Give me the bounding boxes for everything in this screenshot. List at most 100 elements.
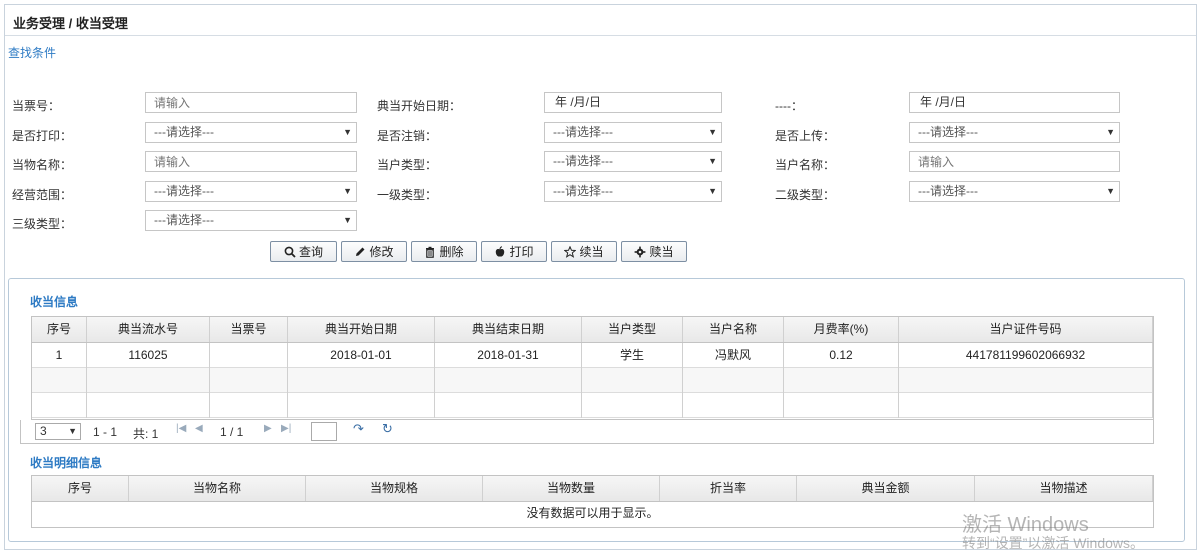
pawn-info-grid: 序号 典当流水号 当票号 典当开始日期 典当结束日期 当户类型 当户名称 月费率(%) 当户证件…	[31, 316, 1154, 420]
print-button-label: 打印	[509, 245, 534, 259]
ticket-no-input[interactable]	[145, 92, 357, 113]
pencil-icon	[356, 247, 365, 256]
next-page-icon[interactable]: ▶	[264, 423, 272, 434]
table-cell	[582, 393, 683, 418]
table-cell	[784, 368, 899, 393]
edit-button[interactable]: 修改	[341, 241, 407, 262]
goto-arrow-icon[interactable]: ↷	[353, 421, 364, 437]
print-button[interactable]: 打印	[481, 241, 547, 262]
table-cell	[210, 343, 288, 368]
dropdown-arrow-icon: ▼	[1106, 186, 1115, 196]
table-cell	[210, 368, 288, 393]
table-cell	[288, 393, 435, 418]
pawn-end-date-label: ----：	[775, 99, 803, 113]
table-cell	[435, 368, 582, 393]
last-page-icon[interactable]: ▶|	[281, 423, 291, 434]
table-cell	[87, 368, 210, 393]
table-cell: 0.12	[784, 343, 899, 368]
edit-button-label: 修改	[369, 245, 394, 259]
refresh-icon[interactable]: ↻	[382, 421, 393, 437]
pawn-start-date-input[interactable]: 年 /月/日	[544, 92, 722, 113]
gear-icon	[635, 246, 646, 257]
customer-type-select[interactable]: ---请选择--- ▼	[544, 151, 722, 172]
column-header[interactable]: 当物规格	[306, 476, 483, 501]
column-header[interactable]: 序号	[32, 476, 129, 501]
is-uploaded-value: ---请选择---	[918, 125, 978, 139]
is-printed-label: 是否打印：	[12, 129, 73, 143]
level2-type-select[interactable]: ---请选择--- ▼	[909, 181, 1120, 202]
item-name-input[interactable]	[145, 151, 357, 172]
level1-type-value: ---请选择---	[553, 184, 613, 198]
redeem-button[interactable]: 赎当	[621, 241, 687, 262]
level2-type-label: 二级类型：	[775, 188, 836, 202]
detail-info-header: 序号 当物名称 当物规格 当物数量 折当率 典当金额 当物描述	[32, 476, 1153, 502]
column-header[interactable]: 折当率	[660, 476, 797, 501]
dropdown-arrow-icon: ▼	[708, 156, 717, 166]
table-cell	[435, 393, 582, 418]
table-cell	[32, 393, 87, 418]
ticket-no-label: 当票号：	[12, 99, 61, 113]
star-icon	[564, 245, 577, 258]
delete-button[interactable]: 删除	[411, 241, 477, 262]
is-uploaded-label: 是否上传：	[775, 129, 836, 143]
query-button[interactable]: 查询	[270, 241, 337, 262]
page-indicator: 1 / 1	[220, 425, 244, 439]
prev-page-icon[interactable]: ◀	[195, 423, 203, 434]
table-row[interactable]	[32, 393, 1153, 418]
redeem-button-label: 赎当	[649, 245, 674, 259]
column-header[interactable]: 典当开始日期	[288, 317, 435, 342]
column-header[interactable]: 当物名称	[129, 476, 306, 501]
search-icon	[284, 246, 296, 258]
column-header[interactable]: 当物描述	[975, 476, 1153, 501]
query-button-label: 查询	[298, 245, 323, 259]
page-size-select[interactable]: 3 ▼	[35, 423, 81, 440]
item-name-label: 当物名称：	[12, 158, 73, 172]
level3-type-select[interactable]: ---请选择--- ▼	[145, 210, 357, 231]
business-scope-select[interactable]: ---请选择--- ▼	[145, 181, 357, 202]
table-row[interactable]: 1 116025 2018-01-01 2018-01-31 学生 冯默风 0.12 4417…	[32, 343, 1153, 368]
table-cell	[899, 368, 1153, 393]
windows-watermark-subtitle: 转到“设置”以激活 Windows。	[962, 535, 1145, 551]
table-cell: 116025	[87, 343, 210, 368]
table-cell: 学生	[582, 343, 683, 368]
table-cell: 冯默风	[683, 343, 784, 368]
dropdown-arrow-icon: ▼	[1106, 127, 1115, 137]
first-page-icon[interactable]: |◀	[176, 423, 186, 434]
level1-type-select[interactable]: ---请选择--- ▼	[544, 181, 722, 202]
table-cell	[288, 368, 435, 393]
column-header[interactable]: 序号	[32, 317, 87, 342]
table-cell	[32, 368, 87, 393]
table-cell	[784, 393, 899, 418]
pawn-info-title: 收当信息	[30, 295, 79, 309]
trash-icon	[426, 246, 435, 258]
table-cell: 441781199602066932	[899, 343, 1153, 368]
column-header[interactable]: 典当流水号	[87, 317, 210, 342]
business-scope-value: ---请选择---	[154, 184, 214, 198]
pagination-bar: 3 ▼ 1 - 1 共: 1 |◀ ◀ 1 / 1 ▶ ▶| ↷ ↻	[20, 420, 1154, 444]
table-cell: 2018-01-31	[435, 343, 582, 368]
table-cell	[683, 368, 784, 393]
is-cancelled-label: 是否注销：	[377, 129, 438, 143]
column-header[interactable]: 典当金额	[797, 476, 975, 501]
apple-icon	[496, 245, 505, 257]
table-row[interactable]	[32, 368, 1153, 393]
record-range: 1 - 1	[93, 425, 118, 439]
goto-page-input[interactable]	[311, 422, 337, 441]
is-uploaded-select[interactable]: ---请选择--- ▼	[909, 122, 1120, 143]
is-cancelled-select[interactable]: ---请选择--- ▼	[544, 122, 722, 143]
breadcrumb: 业务受理 / 收当受理	[13, 16, 128, 31]
customer-name-input[interactable]	[909, 151, 1120, 172]
customer-name-label: 当户名称：	[775, 158, 836, 172]
column-header[interactable]: 当户名称	[683, 317, 784, 342]
column-header[interactable]: 当票号	[210, 317, 288, 342]
is-printed-select[interactable]: ---请选择--- ▼	[145, 122, 357, 143]
search-section-title: 查找条件	[8, 46, 57, 60]
dropdown-arrow-icon: ▼	[343, 127, 352, 137]
column-header[interactable]: 当物数量	[483, 476, 660, 501]
column-header[interactable]: 当户类型	[582, 317, 683, 342]
column-header[interactable]: 当户证件号码	[899, 317, 1153, 342]
renew-button[interactable]: 续当	[551, 241, 617, 262]
pawn-end-date-input[interactable]: 年 /月/日	[909, 92, 1120, 113]
column-header[interactable]: 典当结束日期	[435, 317, 582, 342]
column-header[interactable]: 月费率(%)	[784, 317, 899, 342]
